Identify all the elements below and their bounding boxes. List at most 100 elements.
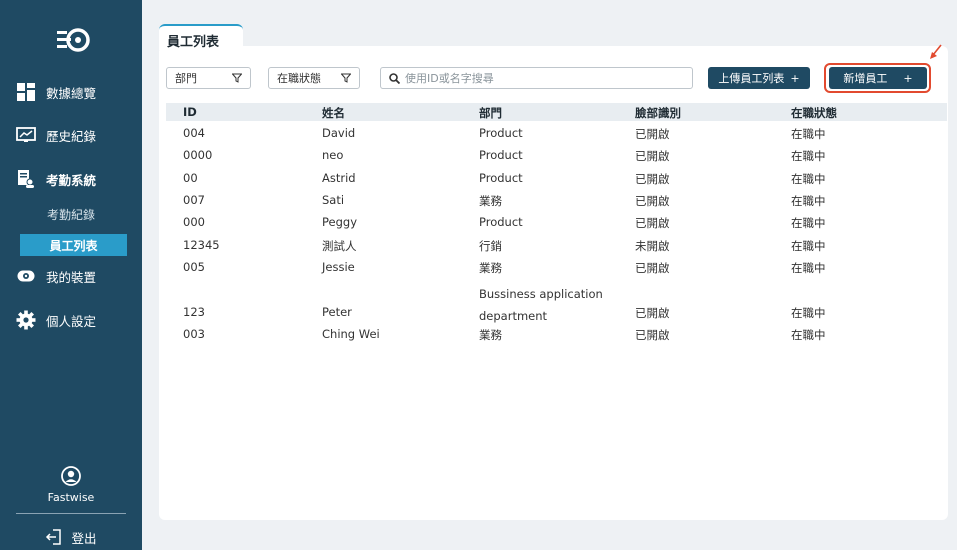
tab-employee-list[interactable]: 員工列表 — [159, 24, 243, 50]
search-input[interactable] — [405, 71, 684, 85]
cell-status: 在職中 — [791, 306, 826, 320]
table-row[interactable]: 123 Peter Bussiness application departme… — [166, 283, 947, 327]
cell-id: 007 — [183, 193, 205, 207]
cell-status: 在職中 — [791, 127, 826, 141]
cell-id: 0000 — [183, 148, 213, 162]
history-icon — [16, 125, 36, 145]
table-row[interactable]: 003 Ching Wei 業務 已開啟 在職中 — [166, 327, 947, 349]
status-filter[interactable]: 在職狀態 — [268, 67, 360, 89]
cell-status: 在職中 — [791, 149, 826, 163]
table-row[interactable]: 000 Peggy Product 已開啟 在職中 — [166, 215, 947, 237]
cell-status: 在職中 — [791, 328, 826, 342]
cell-name: 測試人 — [322, 239, 357, 253]
cell-face-recognition: 已開啟 — [635, 127, 670, 141]
nav-history[interactable]: 歷史紀錄 — [0, 122, 142, 148]
sub-attendance-records[interactable]: 考勤紀錄 — [0, 203, 142, 225]
cell-name: Peggy — [322, 215, 358, 229]
cell-face-recognition: 已開啟 — [635, 172, 670, 186]
cell-id: 12345 — [183, 238, 220, 252]
sub-attendance-records-label: 考勤紀錄 — [46, 207, 95, 222]
nav-dashboard[interactable]: 數據總覽 — [0, 79, 142, 105]
cell-department: Product — [479, 215, 523, 229]
cell-name: Ching Wei — [322, 327, 380, 341]
cell-status: 在職中 — [791, 261, 826, 275]
avatar-icon — [61, 466, 81, 486]
cell-face-recognition: 已開啟 — [635, 216, 670, 230]
cell-id: 00 — [183, 171, 198, 185]
cell-status: 在職中 — [791, 216, 826, 230]
nav-dashboard-label: 數據總覽 — [46, 85, 97, 101]
cell-department: 業務 — [479, 328, 502, 342]
cell-department: Product — [479, 148, 523, 162]
table-row[interactable]: 0000 neo Product 已開啟 在職中 — [166, 148, 947, 170]
sub-employee-list-label: 員工列表 — [49, 238, 98, 253]
nav-settings[interactable]: 個人設定 — [0, 307, 142, 333]
search-icon — [389, 72, 400, 84]
upload-button-label: 上傳員工列表 — [718, 72, 785, 85]
cell-name: Astrid — [322, 171, 356, 185]
cell-face-recognition: 已開啟 — [635, 194, 670, 208]
logout-label: 登出 — [71, 530, 97, 546]
cell-department: 業務 — [479, 261, 502, 275]
header-status[interactable]: 在職狀態 — [791, 105, 837, 121]
nav-history-label: 歷史紀錄 — [46, 128, 97, 144]
plus-icon: + — [790, 71, 800, 85]
department-filter-label: 部門 — [175, 72, 197, 85]
cell-face-recognition: 已開啟 — [635, 328, 670, 342]
cell-status: 在職中 — [791, 239, 826, 253]
logout-icon — [46, 529, 62, 545]
header-name[interactable]: 姓名 — [322, 105, 345, 121]
cell-department: 行銷 — [479, 239, 502, 253]
header-department[interactable]: 部門 — [479, 105, 502, 121]
device-icon — [16, 266, 36, 286]
search-box[interactable] — [380, 67, 693, 89]
header-face-recognition[interactable]: 臉部識別 — [635, 105, 681, 121]
cell-department: 業務 — [479, 194, 502, 208]
cell-status: 在職中 — [791, 172, 826, 186]
tab-employee-list-label: 員工列表 — [167, 35, 220, 50]
dashboard-icon — [16, 82, 36, 102]
header-id[interactable]: ID — [183, 105, 197, 119]
sidebar-divider — [16, 513, 126, 514]
user-profile[interactable]: Fastwise — [0, 466, 142, 504]
cell-name: Peter — [322, 305, 352, 319]
filter-icon — [232, 73, 242, 83]
upload-employee-list-button[interactable]: 上傳員工列表 + — [708, 67, 810, 89]
table-row[interactable]: 007 Sati 業務 已開啟 在職中 — [166, 193, 947, 215]
highlight-box — [824, 63, 931, 93]
table-row[interactable]: 004 David Product 已開啟 在職中 — [166, 126, 947, 148]
nav-settings-label: 個人設定 — [46, 313, 97, 329]
cell-id: 004 — [183, 126, 205, 140]
cell-name: David — [322, 126, 356, 140]
cell-name: Sati — [322, 193, 345, 207]
fastwise-logo-icon — [57, 28, 90, 52]
status-filter-label: 在職狀態 — [277, 72, 321, 85]
cell-id: 005 — [183, 260, 205, 274]
cell-face-recognition: 未開啟 — [635, 239, 670, 253]
sidebar: 數據總覽 歷史紀錄 考勤系統 考勤紀錄 員工列表 我的裝置 個人設定 Fastw… — [0, 0, 142, 550]
table-header: ID 姓名 部門 臉部識別 在職狀態 — [166, 103, 947, 121]
cell-id: 000 — [183, 215, 205, 229]
department-filter[interactable]: 部門 — [166, 67, 251, 89]
table-row[interactable]: 00 Astrid Product 已開啟 在職中 — [166, 171, 947, 193]
logout-button[interactable]: 登出 — [0, 526, 142, 548]
cell-department: Product — [479, 171, 523, 185]
gear-icon — [16, 310, 36, 330]
cell-department: Product — [479, 126, 523, 140]
sub-employee-list[interactable]: 員工列表 — [20, 234, 127, 256]
table-row[interactable]: 12345 測試人 行銷 未開啟 在職中 — [166, 238, 947, 260]
attendance-icon — [16, 169, 36, 189]
nav-attendance[interactable]: 考勤系統 — [0, 166, 142, 192]
nav-attendance-label: 考勤系統 — [46, 172, 97, 188]
cell-name: neo — [322, 148, 344, 162]
cell-name: Jessie — [322, 260, 355, 274]
cell-id: 123 — [183, 305, 205, 319]
user-name: Fastwise — [47, 491, 95, 504]
table-row[interactable]: 005 Jessie 業務 已開啟 在職中 — [166, 260, 947, 282]
cell-face-recognition: 已開啟 — [635, 261, 670, 275]
pointer-arrow-icon — [930, 44, 942, 59]
cell-face-recognition: 已開啟 — [635, 306, 670, 320]
nav-devices[interactable]: 我的裝置 — [0, 263, 142, 289]
cell-id: 003 — [183, 327, 205, 341]
cell-department: Bussiness application department — [479, 287, 603, 323]
